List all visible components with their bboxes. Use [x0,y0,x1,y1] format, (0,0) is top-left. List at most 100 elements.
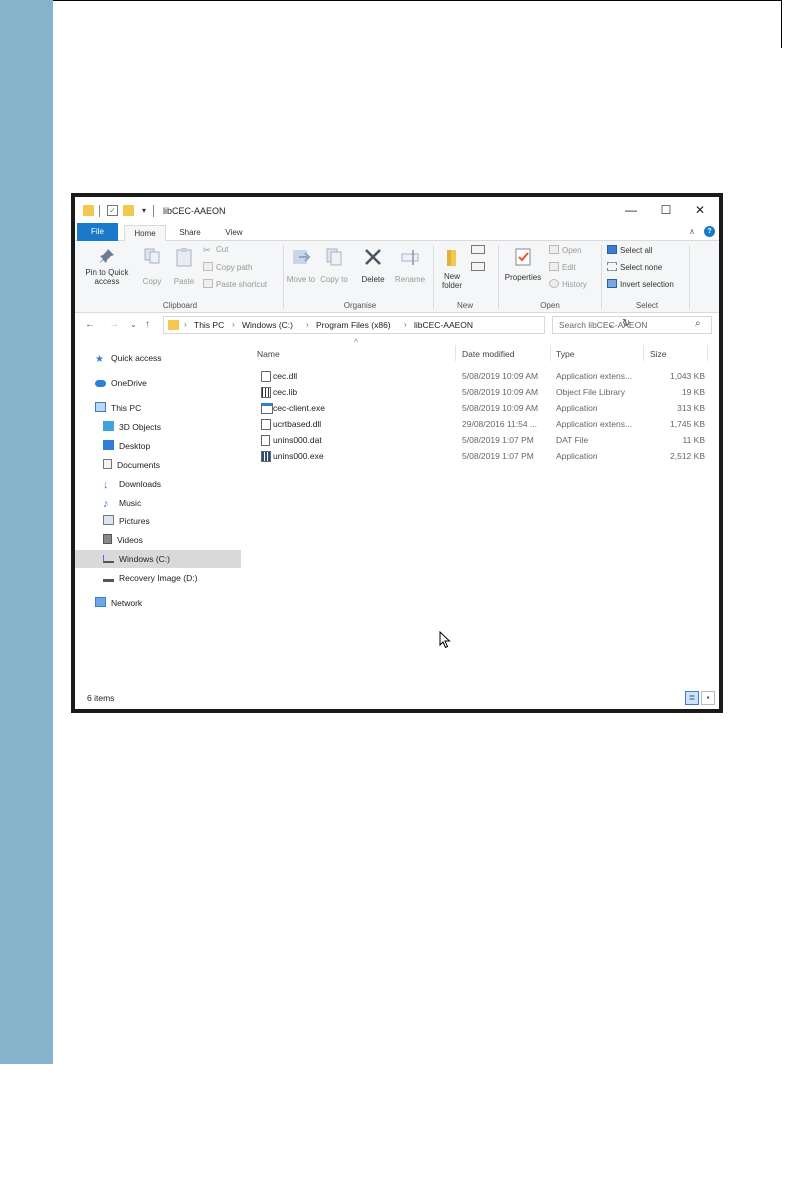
tab-file[interactable]: File [77,223,118,241]
pin-to-quick-access-button[interactable]: Pin to Quick access [79,247,135,286]
rename-button[interactable]: Rename [393,247,427,284]
column-separator[interactable] [707,345,708,361]
open-button[interactable]: Open [549,245,582,255]
new-item-button[interactable] [471,245,488,255]
nav-item-this-pc[interactable]: This PC [95,399,241,417]
paste-icon [176,248,192,267]
nav-item-3d-objects[interactable]: 3D Objects [103,418,241,436]
help-icon[interactable]: ? [704,226,715,237]
customize-quick-access-icon[interactable]: ▾ [142,206,146,215]
select-none-button[interactable]: Select none [607,262,662,272]
move-to-button[interactable]: Move to [286,247,316,284]
column-header-type[interactable]: Type [556,349,574,359]
file-row[interactable]: cec-client.exe 5/08/2019 10:09 AM Applic… [255,400,715,416]
file-row[interactable]: ucrtbased.dll 29/08/2016 11:54 ... Appli… [255,416,715,432]
forward-arrow-icon[interactable]: → [109,319,119,330]
edit-button[interactable]: Edit [549,262,576,272]
file-row[interactable]: cec.lib 5/08/2019 10:09 AM Object File L… [255,384,715,400]
delete-button[interactable]: Delete [358,247,388,284]
tab-home[interactable]: Home [124,225,166,241]
crumb-this-pc[interactable]: This PC [194,320,224,330]
crumb-separator: › [306,320,309,329]
details-view-icon[interactable]: ≣ [685,691,699,705]
rename-label: Rename [394,275,426,284]
status-bar: 6 items ≣ ▪ [75,689,719,709]
invert-selection-label: Invert selection [620,280,674,289]
file-size: 19 KB [681,387,705,397]
nav-item-desktop[interactable]: Desktop [103,437,241,455]
nav-item-windows-c[interactable]: Windows (C:) [75,550,241,568]
file-row[interactable]: unins000.dat 5/08/2019 1:07 PM DAT File … [255,432,715,448]
nav-item-onedrive[interactable]: OneDrive [95,374,241,392]
properties-button[interactable]: Properties [501,247,545,282]
address-bar-row: ← → ⌄ ↑ › This PC › Windows (C:) › Progr… [75,313,719,337]
close-button[interactable]: ✕ [690,202,710,218]
column-separator[interactable] [455,345,456,361]
new-folder-quick-icon[interactable] [123,205,134,216]
copy-button[interactable]: Copy [137,247,167,286]
nav-item-downloads[interactable]: ↓ Downloads [103,475,241,493]
paste-shortcut-button[interactable]: Paste shortcut [203,279,267,289]
column-separator[interactable] [643,345,644,361]
edit-label: Edit [562,263,576,272]
nav-item-recovery-image-d[interactable]: Recovery Image (D:) [103,569,241,587]
mouse-cursor-icon [439,631,451,649]
address-box[interactable]: › This PC › Windows (C:) › Program Files… [163,316,630,334]
nav-item-documents[interactable]: Documents [103,456,241,474]
invert-selection-button[interactable]: Invert selection [607,279,674,289]
file-size: 1,745 KB [670,419,705,429]
search-icon: ⌕ [695,318,701,329]
file-date: 5/08/2019 10:09 AM [462,387,539,397]
copy-path-button[interactable]: Copy path [203,262,252,272]
search-placeholder: Search libCEC-AAEON [559,320,648,330]
delete-label: Delete [361,275,385,284]
crumb-program-files-x86[interactable]: Program Files (x86) [316,320,391,330]
tab-share[interactable]: Share [171,225,209,241]
select-group-label: Select [635,301,659,310]
folder-icon [83,205,94,216]
file-type: Application extens... [556,419,633,429]
document-icon [103,459,112,469]
easy-access-button[interactable] [471,262,488,272]
select-none-icon [607,262,617,271]
music-icon: ♪ [103,498,109,510]
navigation-pane: ★ Quick access OneDrive This PC 3D Object… [75,337,241,682]
crumb-separator: › [232,320,235,329]
copy-icon [144,248,160,264]
column-header-size[interactable]: Size [650,349,667,359]
minimize-button[interactable]: — [621,202,641,218]
column-header-date-modified[interactable]: Date modified [462,349,514,359]
column-separator[interactable] [550,345,551,361]
file-date: 5/08/2019 10:09 AM [462,403,539,413]
nav-item-quick-access[interactable]: ★ Quick access [95,349,241,367]
search-input[interactable]: Search libCEC-AAEON ⌕ [552,316,712,334]
nav-item-network[interactable]: Network [95,594,241,612]
recent-locations-icon[interactable]: ⌄ [130,320,137,329]
nav-item-pictures[interactable]: Pictures [103,512,241,530]
maximize-button[interactable]: ☐ [656,202,676,218]
new-folder-button[interactable]: New folder [437,247,467,290]
large-icons-view-icon[interactable]: ▪ [701,691,715,705]
rename-icon [401,250,419,265]
tab-view[interactable]: View [215,225,253,241]
paste-button[interactable]: Paste [169,247,199,286]
select-all-button[interactable]: Select all [607,245,652,255]
copy-to-button[interactable]: Copy to [319,247,349,284]
nav-item-videos[interactable]: Videos [103,531,241,549]
cut-button[interactable]: ✂ Cut [203,245,228,255]
lib-file-icon [261,387,271,398]
back-arrow-icon[interactable]: ← [85,319,95,330]
crumb-libcec-aaeon[interactable]: libCEC-AAEON [414,320,473,330]
chevron-up-icon[interactable]: ∧ [689,227,695,236]
column-header-name[interactable]: Name [257,349,280,359]
crumb-windows-c[interactable]: Windows (C:) [242,320,293,330]
file-row[interactable]: unins000.exe 5/08/2019 1:07 PM Applicati… [255,448,715,464]
nav-item-music[interactable]: ♪ Music [103,494,241,512]
ribbon-separator [498,245,499,309]
file-row[interactable]: cec.dll 5/08/2019 10:09 AM Application e… [255,368,715,384]
history-button[interactable]: History [549,279,587,289]
properties-quick-icon[interactable]: ✓ [107,205,118,216]
file-date: 5/08/2019 1:07 PM [462,451,534,461]
open-icon [549,245,559,254]
up-arrow-icon[interactable]: ↑ [145,319,150,330]
